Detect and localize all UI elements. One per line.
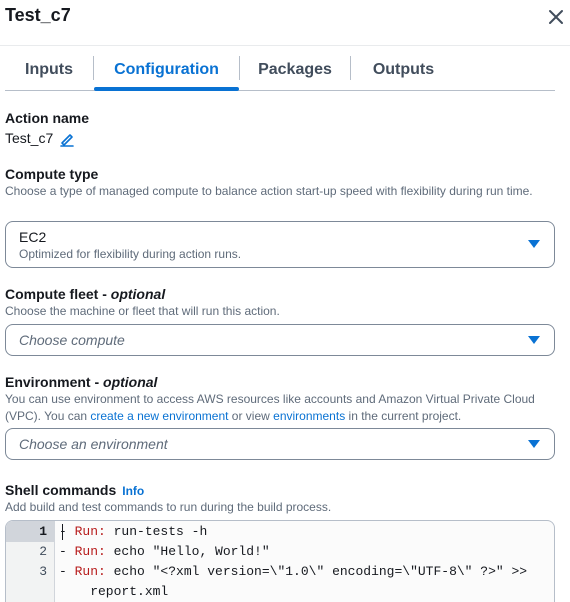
shell-commands-label-text: Shell commands: [5, 482, 117, 498]
compute-type-description: Choose a type of managed compute to bala…: [5, 184, 533, 198]
code-line: - Run: run-tests -h: [59, 524, 207, 539]
caret-down-icon: [528, 440, 540, 448]
tab-configuration[interactable]: Configuration: [94, 50, 239, 90]
optional-tag: optional: [110, 286, 166, 302]
compute-type-label: Compute type: [5, 166, 99, 182]
code-line-continuation: report.xml: [59, 584, 168, 599]
code-dash: -: [59, 564, 75, 579]
compute-type-select[interactable]: EC2 Optimized for flexibility during act…: [5, 221, 555, 268]
shell-commands-label: Shell commands Info: [5, 482, 144, 498]
panel-header: Test_c7: [0, 0, 570, 34]
compute-fleet-select[interactable]: Choose compute: [5, 324, 555, 356]
compute-fleet-label-text: Compute fleet -: [5, 286, 111, 302]
code-text: run-tests -h: [105, 524, 208, 539]
compute-type-selected-description: Optimized for flexibility during action …: [19, 247, 242, 261]
action-name-value: Test_c7: [5, 130, 54, 146]
header-divider: [0, 45, 570, 46]
compute-fleet-label: Compute fleet - optional: [5, 286, 165, 302]
tab-outputs[interactable]: Outputs: [351, 50, 456, 90]
line-number: 3: [39, 564, 47, 579]
tab-inputs[interactable]: Inputs: [5, 50, 93, 90]
code-editor[interactable]: 1 - Run: run-tests -h 2 - Run: echo "Hel…: [5, 520, 555, 602]
environment-description: You can use environment to access AWS re…: [5, 391, 550, 425]
code-text: report.xml: [59, 584, 169, 599]
tab-bar: Inputs Configuration Packages Outputs: [5, 50, 555, 92]
environments-link[interactable]: environments: [273, 409, 345, 423]
environment-desc-text: or view: [228, 409, 274, 423]
optional-tag: optional: [103, 374, 158, 390]
compute-fleet-description: Choose the machine or fleet that will ru…: [5, 304, 280, 318]
line-number: 2: [39, 544, 47, 559]
compute-type-selected: EC2: [19, 229, 47, 245]
environment-placeholder: Choose an environment: [19, 436, 168, 452]
environment-select[interactable]: Choose an environment: [5, 428, 555, 460]
code-keyword: Run:: [74, 544, 106, 559]
code-text: echo "Hello, World!": [105, 544, 270, 559]
info-link[interactable]: Info: [122, 484, 144, 498]
code-line: - Run: echo "<?xml version=\"1.0\" encod…: [59, 564, 527, 579]
tab-packages[interactable]: Packages: [240, 50, 350, 90]
code-text: echo "<?xml version=\"1.0\" encoding=\"U…: [105, 564, 528, 579]
action-name-label: Action name: [5, 110, 90, 126]
code-keyword: Run:: [74, 564, 106, 579]
create-environment-link[interactable]: create a new environment: [90, 409, 228, 423]
compute-fleet-placeholder: Choose compute: [19, 332, 125, 348]
caret-down-icon: [528, 240, 540, 248]
line-number: 1: [39, 524, 47, 539]
panel-title: Test_c7: [5, 5, 71, 25]
text-cursor: [62, 524, 63, 540]
environment-desc-text: in the current project.: [345, 409, 462, 423]
active-tab-indicator: [94, 87, 239, 91]
code-dash: -: [59, 544, 75, 559]
caret-down-icon: [528, 336, 540, 344]
environment-label: Environment - optional: [5, 374, 157, 390]
code-keyword: Run:: [74, 524, 106, 539]
pencil-icon[interactable]: [59, 131, 75, 147]
code-line: - Run: echo "Hello, World!": [59, 544, 270, 559]
close-icon[interactable]: [546, 7, 566, 27]
environment-label-text: Environment -: [5, 374, 104, 390]
tabs-baseline: [5, 90, 555, 91]
shell-commands-description: Add build and test commands to run durin…: [5, 500, 332, 514]
